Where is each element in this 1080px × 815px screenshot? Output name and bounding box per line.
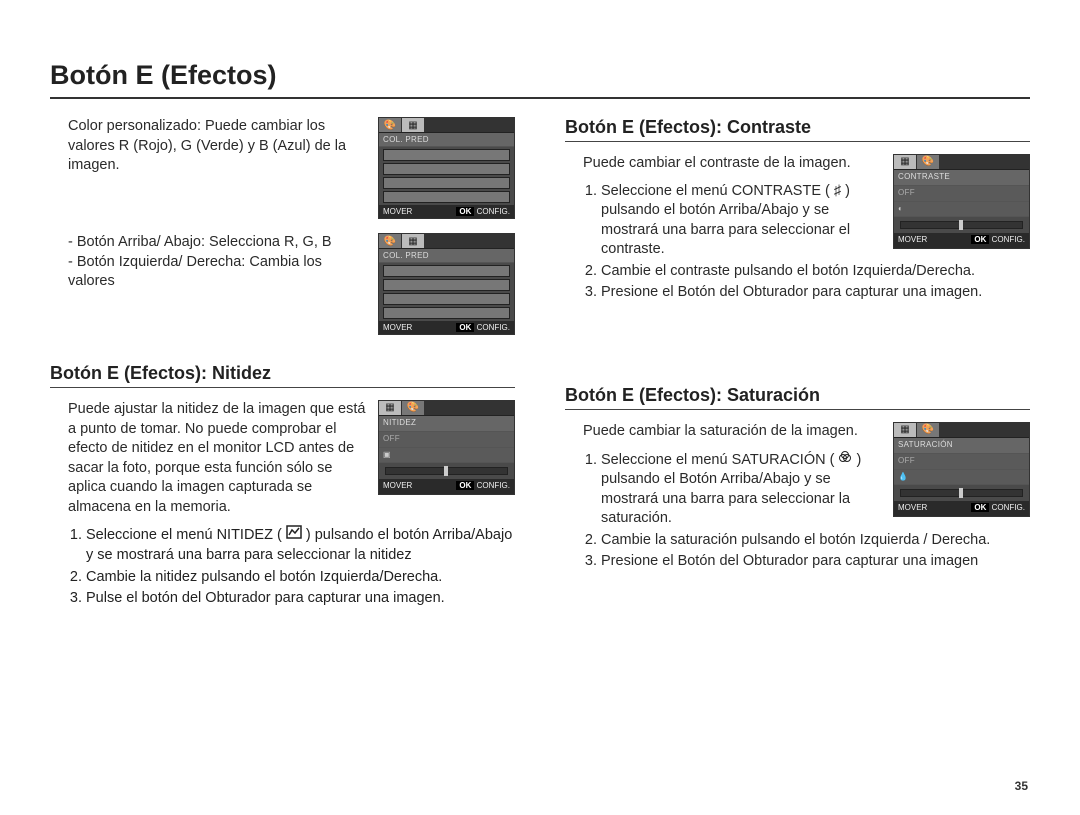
contraste-step3: Presione el Botón del Obturador para cap…	[601, 283, 1030, 303]
lcd-bar	[383, 293, 510, 305]
lcd-slider	[900, 221, 1023, 229]
lcd-icon-row: 💧	[894, 470, 1029, 486]
lcd-saturacion: ▦ 🎨 SATURACIÓN OFF 💧 MOVER OK CONFIG.	[893, 422, 1030, 517]
lcd-icon-row: ▣	[379, 448, 514, 464]
lcd-config: CONFIG.	[992, 235, 1025, 244]
two-column-layout: Color personalizado: Puede cambiar los v…	[50, 117, 1030, 611]
lcd-off: OFF	[379, 432, 514, 448]
lcd-config: CONFIG.	[477, 207, 510, 216]
lcd-slider	[385, 467, 508, 475]
page-title: Botón E (Efectos)	[50, 60, 1030, 99]
saturation-icon	[838, 450, 852, 471]
lcd-label-nitidez: NITIDEZ	[379, 416, 514, 432]
nitidez-step3: Pulse el botón del Obturador para captur…	[86, 589, 515, 609]
lcd-config: CONFIG.	[477, 481, 510, 490]
lcd-ok: OK	[456, 481, 474, 490]
lcd-bar	[383, 149, 510, 161]
lcd-slider	[900, 489, 1023, 497]
section-heading-nitidez: Botón E (Efectos): Nitidez	[50, 363, 515, 388]
lcd-off: OFF	[894, 454, 1029, 470]
lcd-ok: OK	[456, 323, 474, 332]
lcd-bar	[383, 265, 510, 277]
step1-pre: Seleccione el menú SATURACIÓN (	[601, 452, 838, 468]
lcd-mover: MOVER	[383, 207, 412, 216]
contraste-step2: Cambie el contraste pulsando el botón Iz…	[601, 262, 1030, 282]
section-heading-saturacion: Botón E (Efectos): Saturación	[565, 385, 1030, 410]
page-number: 35	[1015, 779, 1028, 793]
section-heading-contraste: Botón E (Efectos): Contraste	[565, 117, 1030, 142]
lcd-contraste: ▦ 🎨 CONTRASTE OFF ◐ MOVER OK CONFIG.	[893, 154, 1030, 249]
lcd-label-contraste: CONTRASTE	[894, 170, 1029, 186]
lcd-tab-adjust-icon: ▦	[402, 118, 425, 132]
step1-pre: Seleccione el menú NITIDEZ (	[86, 527, 286, 543]
lcd-tab-icon: 🎨	[379, 118, 402, 132]
nitidez-step2: Cambie la nitidez pulsando el botón Izqu…	[86, 568, 515, 588]
saturacion-step3: Presione el Botón del Obturador para cap…	[601, 552, 1030, 572]
lcd-tab-icon: 🎨	[402, 401, 425, 415]
lcd-tab-adjust-icon: ▦	[894, 423, 917, 437]
nitidez-intro-block: ▦ 🎨 NITIDEZ OFF ▣ MOVER OK CONFIG. Puede…	[50, 400, 515, 517]
lcd-tab-adjust-icon: ▦	[379, 401, 402, 415]
lcd-bar	[383, 307, 510, 319]
lcd-label-col-pred: COL. PRED	[379, 249, 514, 263]
saturacion-block: ▦ 🎨 SATURACIÓN OFF 💧 MOVER OK CONFIG. Pu…	[565, 422, 1030, 574]
nitidez-step1: Seleccione el menú NITIDEZ ( ) pulsando …	[86, 525, 515, 565]
right-column: Botón E (Efectos): Contraste ▦ 🎨 CONTRAS…	[565, 117, 1030, 611]
lcd-bar	[383, 163, 510, 175]
lcd-mover: MOVER	[898, 503, 927, 514]
btn-leftright-text: - Botón Izquierda/ Derecha: Cambia los v…	[68, 253, 368, 292]
lcd-tab-icon: 🎨	[379, 234, 402, 248]
lcd-config: CONFIG.	[477, 323, 510, 332]
lcd-tab-icon: 🎨	[917, 155, 940, 169]
lcd-icon-row: ◐	[894, 202, 1029, 218]
lcd-mover: MOVER	[383, 481, 412, 492]
lcd-label-col-pred: COL. PRED	[379, 133, 514, 147]
lcd-tab-adjust-icon: ▦	[402, 234, 425, 248]
nitidez-intro: Puede ajustar la nitidez de la imagen qu…	[68, 401, 365, 515]
lcd-custom-color-1: 🎨 ▦ COL. PRED MOVER OK CONFIG.	[378, 117, 515, 219]
custom-color-controls: - Botón Arriba/ Abajo: Selecciona R, G, …	[50, 233, 515, 335]
lcd-bar	[383, 191, 510, 203]
lcd-tab-adjust-icon: ▦	[894, 155, 917, 169]
lcd-nitidez: ▦ 🎨 NITIDEZ OFF ▣ MOVER OK CONFIG.	[378, 400, 515, 495]
lcd-custom-color-2: 🎨 ▦ COL. PRED MOVER OK CONFIG.	[378, 233, 515, 335]
sharpness-icon	[286, 525, 302, 546]
lcd-config: CONFIG.	[992, 503, 1025, 512]
lcd-tab-icon: 🎨	[917, 423, 940, 437]
lcd-mover: MOVER	[383, 323, 412, 332]
lcd-ok: OK	[456, 207, 474, 216]
lcd-ok: OK	[971, 235, 989, 244]
contraste-block: ▦ 🎨 CONTRASTE OFF ◐ MOVER OK CONFIG. Pue…	[565, 154, 1030, 305]
saturacion-step2: Cambie la saturación pulsando el botón I…	[601, 531, 1030, 551]
lcd-ok: OK	[971, 503, 989, 512]
lcd-bar	[383, 279, 510, 291]
manual-page: Botón E (Efectos) Color personalizado: P…	[0, 0, 1080, 815]
lcd-off: OFF	[894, 186, 1029, 202]
btn-updown-text: - Botón Arriba/ Abajo: Selecciona R, G, …	[68, 233, 368, 253]
lcd-bar	[383, 177, 510, 189]
nitidez-steps: Seleccione el menú NITIDEZ ( ) pulsando …	[50, 525, 515, 608]
lcd-label-saturacion: SATURACIÓN	[894, 438, 1029, 454]
left-column: Color personalizado: Puede cambiar los v…	[50, 117, 515, 611]
custom-color-block: Color personalizado: Puede cambiar los v…	[50, 117, 515, 219]
lcd-mover: MOVER	[898, 235, 927, 246]
custom-color-text: Color personalizado: Puede cambiar los v…	[50, 117, 368, 176]
